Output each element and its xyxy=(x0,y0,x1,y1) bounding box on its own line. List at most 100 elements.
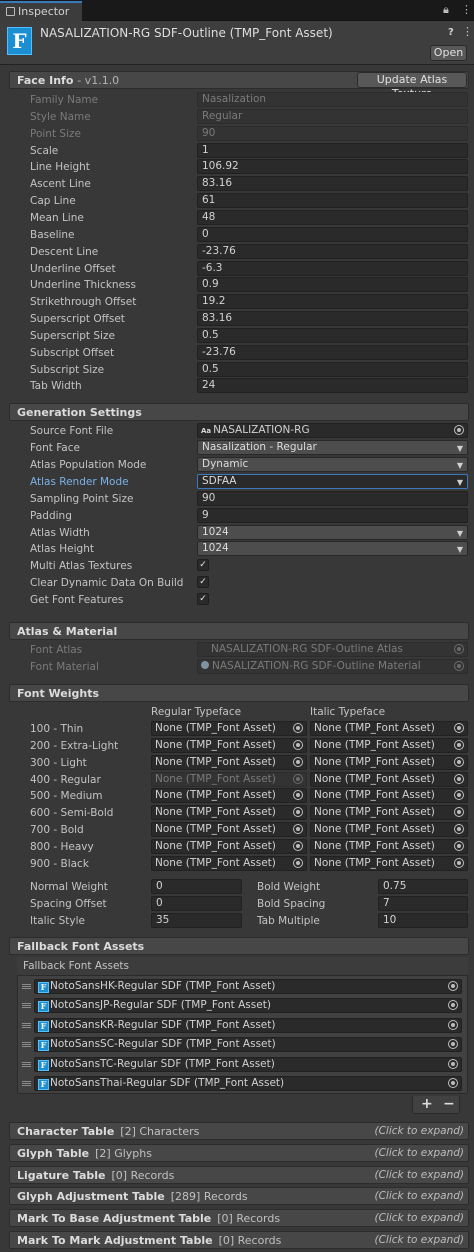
weight-900-black-regular-field[interactable]: None (TMP_Font Asset) xyxy=(151,855,307,871)
scale-field[interactable]: 1 xyxy=(197,142,468,158)
font-face-dropdown[interactable]: Nasalization - Regular ▼ xyxy=(197,440,468,455)
subscript-offset-field[interactable]: -23.76 xyxy=(197,344,468,360)
drag-handle-icon[interactable] xyxy=(22,1081,31,1086)
superscript-size-field[interactable]: 0.5 xyxy=(197,327,468,343)
object-picker-icon[interactable] xyxy=(293,790,303,801)
character-table-header[interactable]: Character Table [2] Characters (Click to e… xyxy=(9,1122,469,1140)
ascent-line-field[interactable]: 83.16 xyxy=(197,176,468,192)
mean-line-field[interactable]: 48 xyxy=(197,209,468,225)
inspector-tab[interactable]: Inspector xyxy=(0,1,82,21)
weight-600-semi-bold-regular-field[interactable]: None (TMP_Font Asset) xyxy=(151,805,307,821)
baseline-field[interactable]: 0 xyxy=(197,226,468,242)
weight-500-medium-italic-field[interactable]: None (TMP_Font Asset) xyxy=(310,788,468,804)
underline-offset-field[interactable]: -6.3 xyxy=(197,260,468,276)
object-picker-icon[interactable] xyxy=(454,425,464,435)
weight-200-extra-light-italic-field[interactable]: None (TMP_Font Asset) xyxy=(310,737,468,753)
object-picker-icon[interactable] xyxy=(454,723,464,733)
object-picker-icon[interactable] xyxy=(293,739,303,750)
object-picker-icon[interactable] xyxy=(448,1000,458,1011)
object-picker-icon[interactable] xyxy=(454,739,464,750)
sampling-point-size-field[interactable]: 90 xyxy=(197,491,468,506)
drag-handle-icon[interactable] xyxy=(22,1042,31,1048)
open-button[interactable]: Open xyxy=(430,45,467,61)
underline-thickness-field[interactable]: 0.9 xyxy=(197,277,468,293)
object-picker-icon[interactable] xyxy=(293,824,303,835)
glyph-adjustment-table-header[interactable]: Glyph Adjustment Table [289] Records (Clic… xyxy=(9,1187,469,1206)
weight-300-light-italic-field[interactable]: None (TMP_Font Asset) xyxy=(310,754,468,770)
settings-menu-icon[interactable]: ⋮ xyxy=(462,25,473,38)
source-font-field[interactable]: Aa NASALIZATION-RG xyxy=(197,423,468,438)
clear-dynamic-data-checkbox[interactable]: ✓ xyxy=(197,576,209,588)
weight-900-black-italic-field[interactable]: None (TMP_Font Asset) xyxy=(310,855,468,871)
ligature-table-header[interactable]: Ligature Table [0] Records (Click to expan… xyxy=(9,1165,469,1184)
object-picker-icon[interactable] xyxy=(448,1058,458,1069)
mark-to-base-adjustment-table-header[interactable]: Mark To Base Adjustment Table [0] Records… xyxy=(9,1209,469,1228)
get-font-features-checkbox[interactable]: ✓ xyxy=(197,593,209,605)
fallback-item[interactable]: F NotoSansTC-Regular SDF (TMP_Font Asset) xyxy=(34,1056,462,1072)
object-picker-icon[interactable] xyxy=(448,981,458,991)
fallback-item[interactable]: F NotoSansThai-Regular SDF (TMP_Font Asse… xyxy=(34,1076,462,1091)
weight-100-thin-italic-field[interactable]: None (TMP_Font Asset) xyxy=(310,721,468,736)
atlas-population-mode-dropdown[interactable]: Dynamic ▼ xyxy=(197,457,468,472)
kebab-menu-icon[interactable]: ⋮ xyxy=(461,3,472,16)
object-picker-icon[interactable] xyxy=(293,857,303,868)
fallback-item[interactable]: F NotoSansKR-Regular SDF (TMP_Font Asset) xyxy=(34,1017,462,1033)
drag-handle-icon[interactable] xyxy=(22,1022,31,1028)
fallback-item[interactable]: F NotoSansSC-Regular SDF (TMP_Font Asset) xyxy=(34,1037,462,1053)
remove-element-button[interactable]: − xyxy=(443,1096,455,1112)
object-picker-icon[interactable] xyxy=(454,790,464,801)
weight-500-medium-regular-field[interactable]: None (TMP_Font Asset) xyxy=(151,788,307,804)
line-height-field[interactable]: 106.92 xyxy=(197,159,468,175)
update-atlas-texture-button[interactable]: Update Atlas Texture xyxy=(357,72,467,100)
bold-weight-field[interactable]: 0.75 xyxy=(378,879,468,894)
atlas-height-dropdown[interactable]: 1024 ▼ xyxy=(197,541,468,556)
weight-300-light-regular-field[interactable]: None (TMP_Font Asset) xyxy=(151,754,307,770)
object-picker-icon[interactable] xyxy=(448,1078,458,1088)
bold-spacing-field[interactable]: 7 xyxy=(378,896,468,911)
weight-100-thin-regular-field[interactable]: None (TMP_Font Asset) xyxy=(151,721,307,736)
drag-handle-icon[interactable] xyxy=(22,1003,31,1009)
object-picker-icon[interactable] xyxy=(293,807,303,818)
mark-to-mark-adjustment-table-header[interactable]: Mark To Mark Adjustment Table [0] Records… xyxy=(9,1231,469,1249)
object-picker-icon[interactable] xyxy=(448,1019,458,1030)
weight-600-semi-bold-italic-field[interactable]: None (TMP_Font Asset) xyxy=(310,805,468,821)
drag-handle-icon[interactable] xyxy=(22,984,31,989)
cap-line-field[interactable]: 61 xyxy=(197,193,468,209)
object-picker-icon[interactable] xyxy=(454,773,464,784)
superscript-offset-field[interactable]: 83.16 xyxy=(197,311,468,327)
font-weights-header[interactable]: Font Weights xyxy=(9,684,469,702)
atlas-material-header[interactable]: Atlas & Material xyxy=(9,622,469,640)
tab-width-field[interactable]: 24 xyxy=(197,378,468,394)
drag-handle-icon[interactable] xyxy=(22,1061,31,1067)
padding-field[interactable]: 9 xyxy=(197,508,468,523)
fallback-font-assets-header[interactable]: Fallback Font Assets xyxy=(9,937,469,955)
object-picker-icon[interactable] xyxy=(454,807,464,818)
tab-multiple-field[interactable]: 10 xyxy=(378,913,468,928)
glyph-table-header[interactable]: Glyph Table [2] Glyphs (Click to expand) xyxy=(9,1143,469,1162)
weight-700-bold-italic-field[interactable]: None (TMP_Font Asset) xyxy=(310,822,468,838)
lock-icon[interactable]: 🔒︎ xyxy=(443,3,449,17)
spacing-offset-field[interactable]: 0 xyxy=(151,896,242,911)
object-picker-icon[interactable] xyxy=(454,824,464,835)
weight-200-extra-light-regular-field[interactable]: None (TMP_Font Asset) xyxy=(151,737,307,753)
multi-atlas-textures-checkbox[interactable]: ✓ xyxy=(197,559,209,571)
object-picker-icon[interactable] xyxy=(448,1039,458,1050)
add-element-button[interactable]: + xyxy=(421,1096,433,1112)
atlas-width-dropdown[interactable]: 1024 ▼ xyxy=(197,525,468,540)
fallback-item[interactable]: F NotoSansJP-Regular SDF (TMP_Font Asset) xyxy=(34,998,462,1014)
normal-weight-field[interactable]: 0 xyxy=(151,879,242,894)
object-picker-icon[interactable] xyxy=(454,756,464,767)
weight-800-heavy-regular-field[interactable]: None (TMP_Font Asset) xyxy=(151,838,307,854)
weight-400-regular-italic-field[interactable]: None (TMP_Font Asset) xyxy=(310,771,468,787)
generation-settings-header[interactable]: Generation Settings xyxy=(9,403,469,421)
object-picker-icon[interactable] xyxy=(293,840,303,851)
object-picker-icon[interactable] xyxy=(293,756,303,767)
italic-style-field[interactable]: 35 xyxy=(151,913,242,928)
descent-line-field[interactable]: -23.76 xyxy=(197,243,468,259)
weight-700-bold-regular-field[interactable]: None (TMP_Font Asset) xyxy=(151,822,307,838)
subscript-size-field[interactable]: 0.5 xyxy=(197,361,468,377)
object-picker-icon[interactable] xyxy=(454,840,464,851)
fallback-item[interactable]: F NotoSansHK-Regular SDF (TMP_Font Asset) xyxy=(34,979,462,994)
object-picker-icon[interactable] xyxy=(454,857,464,868)
weight-800-heavy-italic-field[interactable]: None (TMP_Font Asset) xyxy=(310,838,468,854)
